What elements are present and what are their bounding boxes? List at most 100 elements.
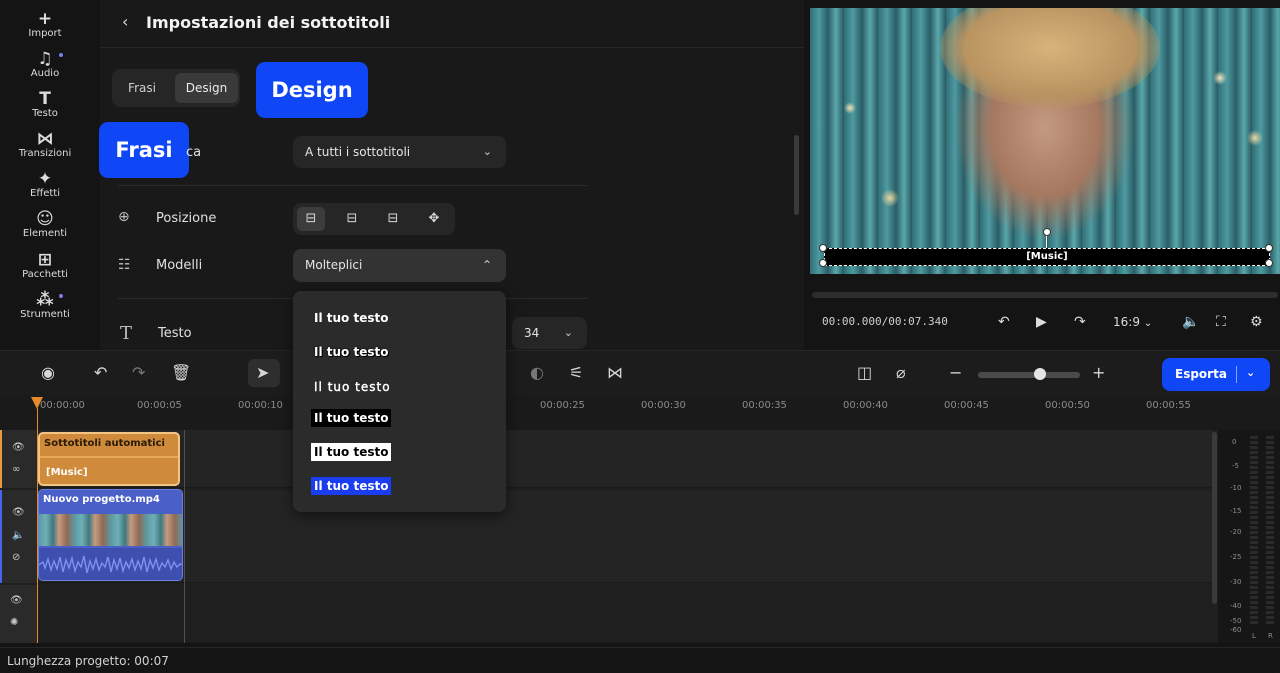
- settings-gear-icon[interactable]: ⚙: [1250, 314, 1263, 330]
- apply-to-select[interactable]: A tutti i sottotitoli ⌄: [293, 136, 506, 168]
- position-middle-button[interactable]: ⊟: [338, 207, 366, 231]
- template-option-plain[interactable]: Il tuo testo: [311, 309, 391, 327]
- subtitle-clip[interactable]: Sottotitoli automatici [Music]: [38, 432, 180, 486]
- zoom-slider[interactable]: [978, 372, 1080, 378]
- elements-button[interactable]: ☺ Elementi: [0, 210, 90, 240]
- volume-icon[interactable]: 🔈: [12, 530, 24, 541]
- meter-label: -15: [1230, 507, 1242, 515]
- link-icon[interactable]: ∞: [12, 464, 20, 475]
- sliders-icon[interactable]: ⚟: [569, 363, 583, 382]
- color-adjust-icon[interactable]: ◐: [530, 363, 544, 382]
- eye-icon[interactable]: 👁: [12, 442, 25, 453]
- text-icon: T: [39, 89, 51, 109]
- audio-detach-icon[interactable]: ◫: [857, 363, 872, 382]
- timeline-ruler[interactable]: 00:00:00 00:00:05 00:00:10 00:00:25 00:0…: [0, 396, 1280, 430]
- chevron-down-icon[interactable]: ⌄: [1246, 366, 1255, 379]
- templates-select[interactable]: Molteplici ⌃: [293, 249, 506, 282]
- aspect-ratio-select[interactable]: 16:9 ⌄: [1113, 315, 1152, 329]
- phrases-callout: Frasi: [99, 122, 189, 178]
- playback-progress[interactable]: [812, 292, 1278, 298]
- templates-label: Modelli: [156, 258, 203, 273]
- aspect-ratio-value: 16:9: [1113, 315, 1140, 329]
- font-size-select[interactable]: 34 ⌄: [512, 317, 587, 349]
- ruler-tick: 00:00:35: [742, 400, 787, 411]
- trash-icon[interactable]: 🗑: [171, 363, 191, 382]
- ruler-tick: 00:00:30: [641, 400, 686, 411]
- resize-handle[interactable]: [819, 244, 827, 252]
- effect-sparkle-icon[interactable]: ✺: [10, 617, 18, 628]
- tab-design[interactable]: Design: [175, 73, 238, 103]
- template-option-black-box[interactable]: Il tuo testo: [311, 409, 392, 427]
- resize-handle[interactable]: [1265, 244, 1273, 252]
- timecode: 00:00.000/00:07.340: [822, 315, 948, 328]
- move-arrows-icon[interactable]: ✥: [420, 207, 448, 231]
- back-chevron-icon[interactable]: ‹: [122, 12, 128, 31]
- redo-forward-icon[interactable]: ↷: [1074, 314, 1086, 330]
- transitions-button[interactable]: ⋈ Transizioni: [0, 130, 90, 160]
- export-button[interactable]: Esporta ⌄: [1162, 358, 1270, 391]
- eye-icon[interactable]: 👁: [12, 507, 25, 518]
- chevron-down-icon: ⌄: [1143, 318, 1153, 329]
- fullscreen-icon[interactable]: ⛶: [1216, 314, 1226, 330]
- templates-value: Molteplici: [305, 258, 363, 272]
- packs-button[interactable]: ⊞ Pacchetti: [0, 251, 90, 281]
- mode-segmented-control: Frasi Design: [112, 69, 240, 107]
- audio-button[interactable]: ♫ Audio: [0, 50, 90, 80]
- panel-scrollbar[interactable]: [794, 135, 799, 215]
- rotate-handle[interactable]: [1043, 228, 1051, 236]
- record-icon[interactable]: ◉: [41, 363, 55, 382]
- position-button-group: ⊟ ⊟ ⊟ ✥: [293, 203, 455, 235]
- new-badge-dot: [59, 294, 63, 298]
- chevron-down-icon: ⌄: [482, 145, 492, 158]
- ruler-tick: 00:00:55: [1146, 400, 1191, 411]
- undo-rewind-icon[interactable]: ↶: [998, 314, 1010, 330]
- template-option-outline[interactable]: Il tuo testo: [311, 378, 394, 396]
- template-option-blue-box[interactable]: Il tuo testo: [311, 477, 392, 495]
- import-button[interactable]: + Import: [0, 10, 90, 40]
- tools-icon: ⁂: [36, 290, 54, 310]
- ruler-tick: 00:00:00: [40, 400, 85, 411]
- eye-icon[interactable]: 👁: [10, 595, 23, 606]
- tools-button[interactable]: ⁂ Strumenti: [0, 291, 90, 321]
- crosshair-icon: ⊕: [118, 209, 130, 225]
- video-track[interactable]: [37, 490, 1213, 583]
- resize-handle[interactable]: [1265, 259, 1273, 267]
- tracks-scrollbar[interactable]: [1212, 432, 1217, 604]
- play-icon[interactable]: ▶: [1036, 314, 1047, 330]
- chevron-up-icon: ⌃: [481, 258, 492, 272]
- video-clip[interactable]: Nuovo progetto.mp4: [38, 489, 183, 581]
- packs-label: Pacchetti: [22, 269, 68, 280]
- zoom-out-icon[interactable]: −: [949, 363, 962, 382]
- magnet-icon[interactable]: ⌀: [896, 363, 906, 382]
- effects-button[interactable]: ✦ Effetti: [0, 170, 90, 200]
- resize-handle[interactable]: [819, 259, 827, 267]
- zoom-in-icon[interactable]: +: [1092, 363, 1105, 382]
- meter-label: -50: [1230, 617, 1242, 625]
- redo-icon[interactable]: ↷: [132, 363, 145, 382]
- position-label: Posizione: [156, 211, 217, 226]
- subtitle-track[interactable]: [37, 430, 1213, 488]
- unlink-icon[interactable]: ⊘: [12, 552, 20, 563]
- text-button[interactable]: T Testo: [0, 90, 90, 120]
- elements-label: Elementi: [22, 228, 68, 239]
- position-top-button[interactable]: ⊟: [379, 207, 407, 231]
- transition-icon[interactable]: ⋈: [607, 363, 623, 382]
- template-option-shadow[interactable]: Il tuo testo: [311, 343, 391, 361]
- tab-phrases[interactable]: Frasi: [116, 73, 168, 103]
- ruler-tick: 00:00:50: [1045, 400, 1090, 411]
- empty-track[interactable]: [37, 585, 1213, 643]
- tools-label: Strumenti: [20, 309, 70, 320]
- divider: [118, 185, 588, 186]
- playhead[interactable]: [37, 408, 38, 643]
- ruler-tick: 00:00:25: [540, 400, 585, 411]
- volume-icon[interactable]: 🔈: [1182, 314, 1199, 330]
- subtitle-overlay[interactable]: [Music]: [824, 248, 1270, 266]
- template-option-white-box[interactable]: Il tuo testo: [311, 443, 392, 461]
- panel-header: ‹ Impostazioni dei sottotitoli: [100, 0, 804, 48]
- zoom-slider-handle[interactable]: [1034, 368, 1046, 380]
- position-bottom-button[interactable]: ⊟: [297, 207, 325, 231]
- undo-icon[interactable]: ↶: [94, 363, 107, 382]
- pointer-tool-icon[interactable]: ➤: [256, 363, 269, 382]
- video-frame[interactable]: [Music]: [810, 8, 1280, 274]
- effects-icon: ✦: [37, 169, 53, 189]
